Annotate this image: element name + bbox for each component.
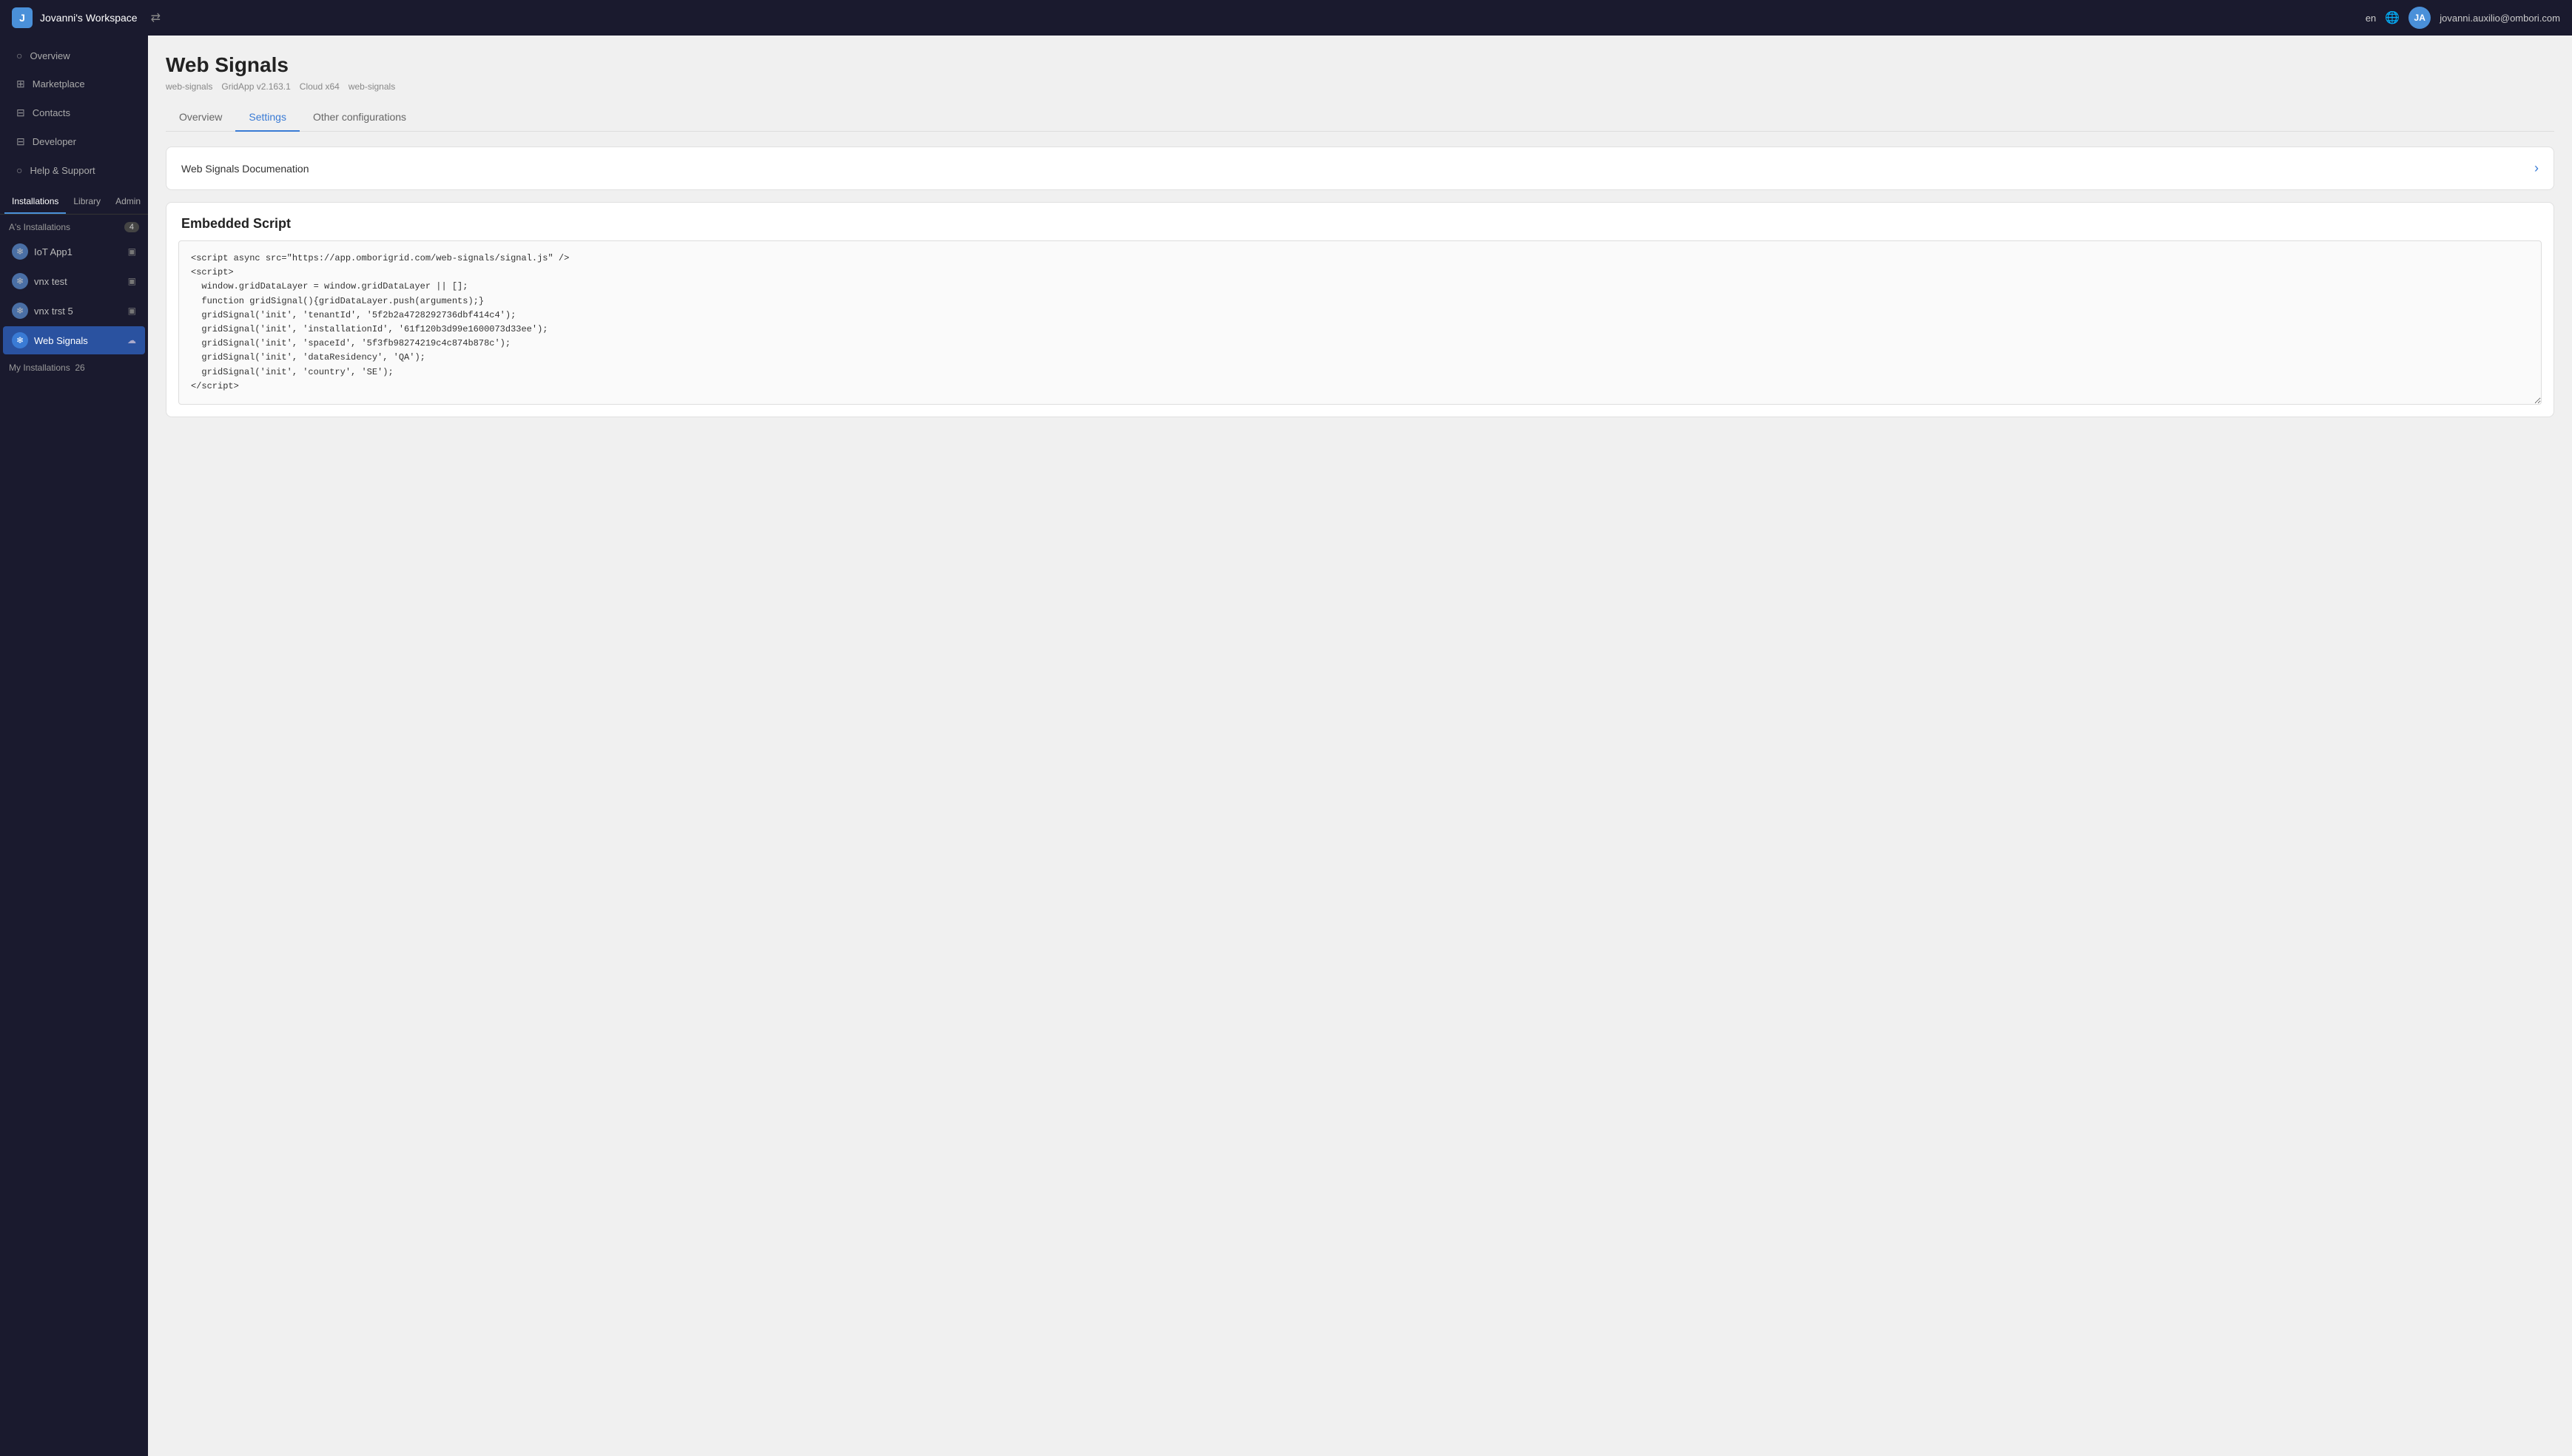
installations-group-badge: 4 <box>124 222 139 232</box>
swap-icon[interactable]: ⇄ <box>151 10 161 25</box>
content-area: Web Signals web-signals GridApp v2.163.1… <box>148 36 2572 1456</box>
workspace-logo: J <box>12 7 33 28</box>
breadcrumb: web-signals GridApp v2.163.1 Cloud x64 w… <box>166 81 2554 92</box>
sidebar-item-developer[interactable]: ⊟ Developer <box>4 128 144 155</box>
install-label: IoT App1 <box>34 246 73 257</box>
my-installations-label: My Installations 26 <box>9 363 85 373</box>
tab-other-configurations[interactable]: Other configurations <box>300 104 420 132</box>
install-label: vnx test <box>34 276 67 287</box>
installations-group-label: A's Installations <box>9 222 70 232</box>
install-icon-vnx5: ❄ <box>12 303 28 319</box>
embedded-script-header: Embedded Script <box>166 203 2554 240</box>
tab-overview[interactable]: Overview <box>166 104 235 132</box>
main-layout: ○ Overview ⊞ Marketplace ⊟ Contacts ⊟ De… <box>0 36 2572 1456</box>
install-icon-ws: ❄ <box>12 332 28 348</box>
sidebar-item-label: Contacts <box>33 107 70 118</box>
globe-icon: 🌐 <box>2385 10 2400 25</box>
install-label: Web Signals <box>34 335 88 346</box>
install-item-vnx-test[interactable]: ❄ vnx test ▣ <box>3 267 145 295</box>
workspace-name: Jovanni's Workspace <box>40 12 138 24</box>
sidebar: ○ Overview ⊞ Marketplace ⊟ Contacts ⊟ De… <box>0 36 148 1456</box>
sidebar-item-overview[interactable]: ○ Overview <box>4 42 144 69</box>
chevron-right-icon: › <box>2534 161 2539 176</box>
breadcrumb-1: web-signals <box>166 81 212 92</box>
sidebar-item-help[interactable]: ○ Help & Support <box>4 157 144 183</box>
embedded-script-title: Embedded Script <box>181 216 291 231</box>
user-email: jovanni.auxilio@ombori.com <box>2440 13 2560 24</box>
breadcrumb-2: GridApp v2.163.1 <box>221 81 290 92</box>
install-item-web-signals[interactable]: ❄ Web Signals ☁ <box>3 326 145 354</box>
topbar-left: J Jovanni's Workspace ⇄ <box>12 7 161 28</box>
install-item-vnx-trst-5[interactable]: ❄ vnx trst 5 ▣ <box>3 297 145 325</box>
cloud-icon: ☁ <box>127 335 136 346</box>
topbar: J Jovanni's Workspace ⇄ en 🌐 JA jovanni.… <box>0 0 2572 36</box>
marketplace-icon: ⊞ <box>16 78 25 90</box>
sidebar-item-label: Marketplace <box>33 78 85 90</box>
install-item-iot-app1[interactable]: ❄ IoT App1 ▣ <box>3 237 145 266</box>
install-icon-vnx: ❄ <box>12 273 28 289</box>
install-label: vnx trst 5 <box>34 306 73 317</box>
sidebar-item-marketplace[interactable]: ⊞ Marketplace <box>4 70 144 98</box>
page-header: Web Signals web-signals GridApp v2.163.1… <box>166 53 2554 92</box>
developer-icon: ⊟ <box>16 135 25 148</box>
breadcrumb-4: web-signals <box>349 81 395 92</box>
sidebar-tabs: Installations Library Admin <box>0 190 148 215</box>
sidebar-item-label: Overview <box>30 50 70 61</box>
sidebar-item-label: Developer <box>33 136 76 147</box>
my-installations-badge: 26 <box>75 363 84 373</box>
tab-installations[interactable]: Installations <box>4 190 66 214</box>
embedded-script-card: Embedded Script <script async src="https… <box>166 202 2554 417</box>
my-installations-header[interactable]: My Installations 26 <box>0 355 148 377</box>
page-title: Web Signals <box>166 53 2554 77</box>
page-icon: ▣ <box>128 306 136 316</box>
tab-settings[interactable]: Settings <box>235 104 300 132</box>
breadcrumb-3: Cloud x64 <box>300 81 340 92</box>
avatar: JA <box>2408 7 2431 29</box>
documentation-card: Web Signals Documenation › <box>166 146 2554 190</box>
tab-library[interactable]: Library <box>66 190 108 214</box>
page-tabs: Overview Settings Other configurations <box>166 104 2554 132</box>
tab-admin[interactable]: Admin <box>108 190 148 214</box>
install-icon-iot: ❄ <box>12 243 28 260</box>
installations-group-header[interactable]: A's Installations 4 <box>0 215 148 237</box>
page-icon: ▣ <box>128 246 136 257</box>
sidebar-item-label: Help & Support <box>30 165 95 176</box>
topbar-right: en 🌐 JA jovanni.auxilio@ombori.com <box>2366 7 2560 29</box>
documentation-row[interactable]: Web Signals Documenation › <box>166 147 2554 189</box>
embedded-script-code[interactable]: <script async src="https://app.omborigri… <box>178 240 2542 405</box>
page-icon: ▣ <box>128 276 136 286</box>
sidebar-item-contacts[interactable]: ⊟ Contacts <box>4 99 144 127</box>
help-icon: ○ <box>16 164 22 176</box>
documentation-label: Web Signals Documenation <box>181 163 309 175</box>
overview-icon: ○ <box>16 50 22 61</box>
contacts-icon: ⊟ <box>16 107 25 119</box>
language-selector[interactable]: en <box>2366 13 2376 24</box>
